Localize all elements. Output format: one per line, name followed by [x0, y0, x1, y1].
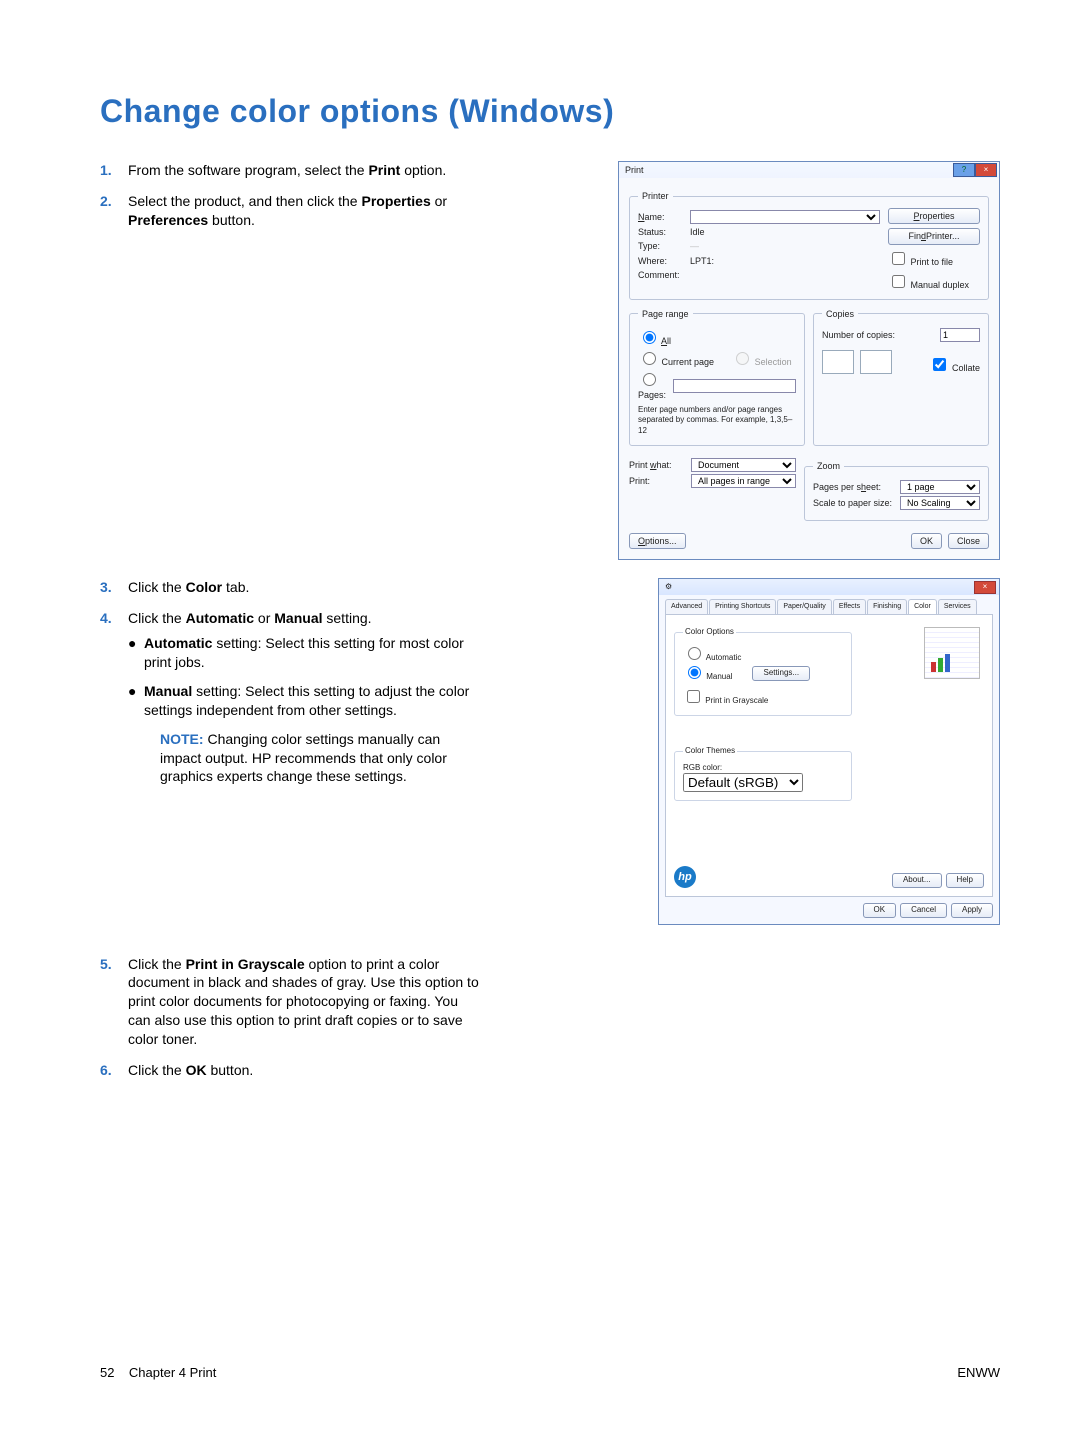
collate-icon: [822, 350, 854, 374]
ok-button[interactable]: OK: [863, 903, 897, 918]
name-label: Name:: [638, 211, 684, 223]
tab-strip: Advanced Printing Shortcuts Paper/Qualit…: [659, 595, 999, 613]
screenshot-print-dialog: Print ? × Printer Name:: [480, 161, 1000, 560]
tab-color[interactable]: Color: [908, 599, 937, 613]
hp-logo-icon: hp: [674, 866, 696, 888]
block-2: 3. Click the Color tab. 4. Click the Aut…: [100, 578, 1000, 924]
page-preview-icon: [924, 627, 980, 679]
where-label: Where:: [638, 255, 684, 267]
num-copies-input[interactable]: [940, 328, 980, 342]
print-what-label: Print what:: [629, 459, 685, 471]
manual-duplex-checkbox[interactable]: Manual duplex: [888, 272, 980, 291]
tab-advanced[interactable]: Advanced: [665, 599, 708, 613]
help-icon[interactable]: ?: [953, 163, 975, 177]
help-button[interactable]: Help: [946, 873, 984, 888]
step-body: Click the Color tab.: [128, 578, 480, 597]
document-page: Change color options (Windows) 1. From t…: [0, 0, 1080, 1437]
about-button[interactable]: About...: [892, 873, 942, 888]
page-footer: 52 Chapter 4 Print ENWW: [100, 1364, 1000, 1382]
cancel-button[interactable]: Cancel: [900, 903, 947, 918]
grayscale-checkbox[interactable]: Print in Grayscale: [683, 696, 768, 705]
copies-group: Copies Number of copies: Collate: [813, 308, 989, 446]
apply-button[interactable]: Apply: [951, 903, 993, 918]
step-number: 5.: [100, 955, 128, 1049]
status-value: Idle: [690, 226, 705, 238]
ok-button[interactable]: OK: [911, 533, 942, 549]
bullet-icon: ●: [128, 682, 144, 786]
instructions-1: 1. From the software program, select the…: [100, 161, 480, 242]
print-label: Print:: [629, 475, 685, 487]
type-label: Type:: [638, 240, 684, 252]
scale-select[interactable]: No Scaling: [900, 496, 980, 510]
status-label: Status:: [638, 226, 684, 238]
rgb-select[interactable]: Default (sRGB): [683, 773, 803, 792]
print-select[interactable]: All pages in range: [691, 474, 796, 488]
page-number: 52: [100, 1365, 114, 1380]
tab-finishing[interactable]: Finishing: [867, 599, 907, 613]
automatic-radio[interactable]: Automatic: [683, 653, 741, 662]
page-title: Change color options (Windows): [100, 90, 1000, 133]
options-button[interactable]: Options...: [629, 533, 686, 549]
collate-icon: [860, 350, 892, 374]
tab-effects[interactable]: Effects: [833, 599, 866, 613]
step-body: Select the product, and then click the P…: [128, 192, 480, 230]
tab-shortcuts[interactable]: Printing Shortcuts: [709, 599, 776, 613]
collate-checkbox[interactable]: Collate: [929, 355, 980, 374]
selection-radio: Selection: [731, 349, 792, 368]
rgb-label: RGB color:: [683, 763, 843, 774]
color-options-group: Color Options Automatic Manual Settings.…: [674, 627, 852, 716]
all-radio[interactable]: All: [638, 328, 671, 347]
page-range-group: Page range All Current page Selection Pa…: [629, 308, 805, 446]
step-body: Click the Print in Grayscale option to p…: [128, 955, 480, 1049]
chapter-label: Chapter 4 Print: [129, 1365, 216, 1380]
current-page-radio[interactable]: Current page: [638, 349, 714, 368]
step-body: Click the Automatic or Manual setting. ●…: [128, 609, 480, 796]
step-number: 2.: [100, 192, 128, 230]
tab-services[interactable]: Services: [938, 599, 977, 613]
printer-group: Printer Name: Status:Idle Type:— Where:L…: [629, 190, 989, 300]
dialog-title: Print: [625, 164, 644, 176]
where-value: LPT1:: [690, 255, 714, 267]
find-printer-button[interactable]: Find Printer...: [888, 228, 980, 244]
close-icon[interactable]: ×: [974, 581, 996, 594]
step-body: Click the OK button.: [128, 1061, 480, 1080]
pps-select[interactable]: 1 page: [900, 480, 980, 494]
instructions-2: 3. Click the Color tab. 4. Click the Aut…: [100, 578, 480, 808]
screenshot-color-tab: ⚙ × Advanced Printing Shortcuts Paper/Qu…: [480, 578, 1000, 924]
scale-label: Scale to paper size:: [813, 497, 894, 509]
zoom-group: Zoom Pages per sheet: 1 page Scale to pa…: [804, 460, 989, 521]
manual-radio[interactable]: Manual: [683, 663, 732, 683]
pages-input[interactable]: [673, 379, 796, 393]
settings-button[interactable]: Settings...: [752, 666, 810, 681]
pages-hint: Enter page numbers and/or page ranges se…: [638, 405, 796, 437]
color-panel: Color Options Automatic Manual Settings.…: [665, 614, 993, 897]
comment-label: Comment:: [638, 269, 684, 281]
bullet-icon: ●: [128, 634, 144, 672]
block-1: 1. From the software program, select the…: [100, 161, 1000, 560]
enww-label: ENWW: [957, 1364, 1000, 1382]
num-copies-label: Number of copies:: [822, 329, 934, 341]
instructions-3: 5. Click the Print in Grayscale option t…: [100, 955, 480, 1092]
step-number: 1.: [100, 161, 128, 180]
tab-paper[interactable]: Paper/Quality: [777, 599, 831, 613]
close-icon[interactable]: ×: [975, 163, 997, 177]
step-number: 3.: [100, 578, 128, 597]
pps-label: Pages per sheet:: [813, 481, 894, 493]
printer-name-select[interactable]: [690, 210, 880, 224]
block-3: 5. Click the Print in Grayscale option t…: [100, 955, 1000, 1092]
print-to-file-checkbox[interactable]: Print to file: [888, 249, 980, 268]
pages-radio[interactable]: Pages:: [638, 370, 667, 401]
print-dialog: Print ? × Printer Name:: [618, 161, 1000, 560]
step-number: 4.: [100, 609, 128, 796]
note-block: NOTE: Changing color settings manually c…: [160, 730, 480, 787]
properties-dialog: ⚙ × Advanced Printing Shortcuts Paper/Qu…: [658, 578, 1000, 924]
step-number: 6.: [100, 1061, 128, 1080]
print-what-select[interactable]: Document: [691, 458, 796, 472]
color-themes-group: Color Themes RGB color: Default (sRGB): [674, 746, 852, 802]
close-button[interactable]: Close: [948, 533, 989, 549]
step-body: From the software program, select the Pr…: [128, 161, 480, 180]
properties-button[interactable]: Properties: [888, 208, 980, 224]
settings-icon: ⚙: [665, 582, 672, 593]
